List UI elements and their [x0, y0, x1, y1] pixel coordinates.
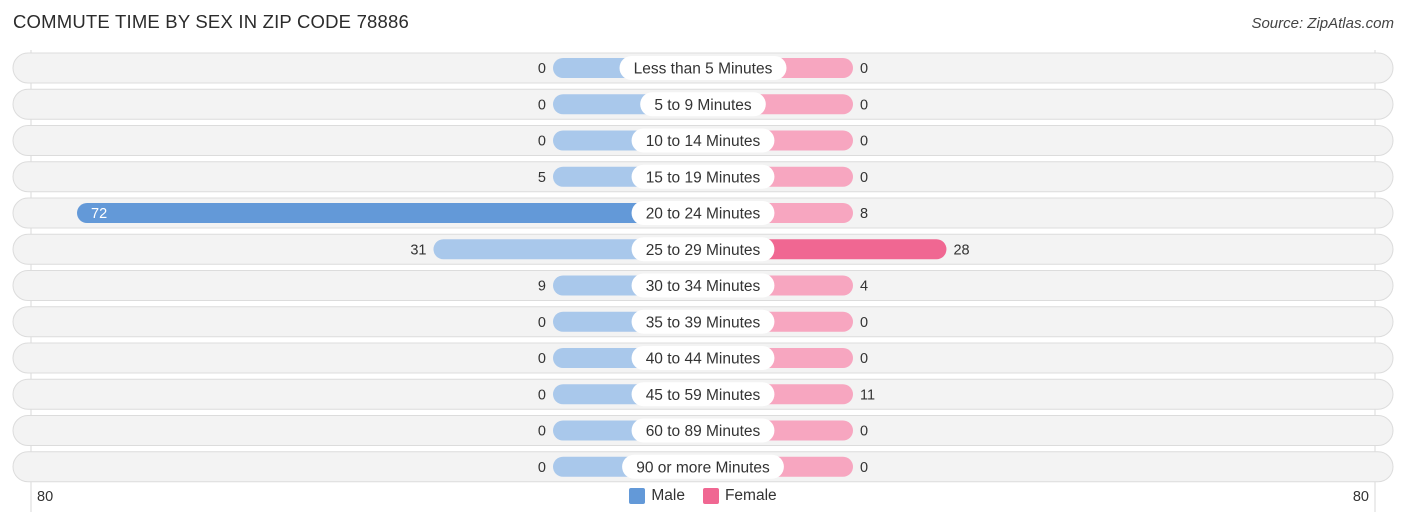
value-label-female: 0: [860, 460, 868, 476]
legend-item-female: Female: [702, 487, 777, 505]
value-label-male: 0: [538, 460, 546, 476]
legend-label-female: Female: [724, 487, 777, 504]
value-label-female: 0: [860, 424, 868, 440]
category-label: 15 to 19 Minutes: [646, 169, 761, 186]
value-label-male: 0: [538, 387, 546, 403]
value-label-male: 9: [538, 279, 546, 295]
value-label-female: 4: [860, 279, 868, 295]
value-label-male: 0: [538, 134, 546, 150]
value-label-male: 0: [538, 61, 546, 77]
value-label-female: 0: [860, 315, 868, 331]
category-label: 90 or more Minutes: [636, 459, 770, 476]
category-label: 60 to 89 Minutes: [646, 423, 761, 440]
value-label-female: 0: [860, 170, 868, 186]
legend-label-male: Male: [651, 487, 685, 504]
category-label: 30 to 34 Minutes: [646, 278, 761, 295]
value-label-male: 0: [538, 315, 546, 331]
bar-male: [77, 203, 713, 223]
category-label: 10 to 14 Minutes: [646, 133, 761, 150]
legend-swatch-female: [702, 488, 719, 504]
legend: Male Female: [0, 487, 1406, 505]
legend-swatch-male: [629, 488, 646, 504]
value-label-female: 0: [860, 61, 868, 77]
category-label: 35 to 39 Minutes: [646, 314, 761, 331]
value-label-female: 0: [860, 134, 868, 150]
value-label-male: 0: [538, 97, 546, 113]
value-label-female: 11: [860, 387, 875, 403]
value-label-female: 28: [953, 242, 969, 258]
value-label-female: 8: [860, 206, 868, 222]
value-label-female: 0: [860, 97, 868, 113]
category-label: 5 to 9 Minutes: [654, 97, 752, 114]
category-label: 40 to 44 Minutes: [646, 351, 761, 368]
chart-canvas: Less than 5 Minutes 0 0 5 to 9 Minutes 0 0 10 …: [12, 50, 1394, 512]
value-label-male: 0: [538, 351, 546, 367]
value-label-male: 72: [91, 206, 107, 222]
category-label: 25 to 29 Minutes: [646, 242, 761, 259]
value-label-male: 31: [410, 242, 426, 258]
legend-item-male: Male: [629, 487, 685, 505]
value-label-male: 0: [538, 424, 546, 440]
value-label-male: 5: [538, 170, 546, 186]
category-label: 45 to 59 Minutes: [646, 387, 761, 404]
category-label: Less than 5 Minutes: [634, 61, 773, 78]
category-label: 20 to 24 Minutes: [646, 206, 761, 223]
value-label-female: 0: [860, 351, 868, 367]
